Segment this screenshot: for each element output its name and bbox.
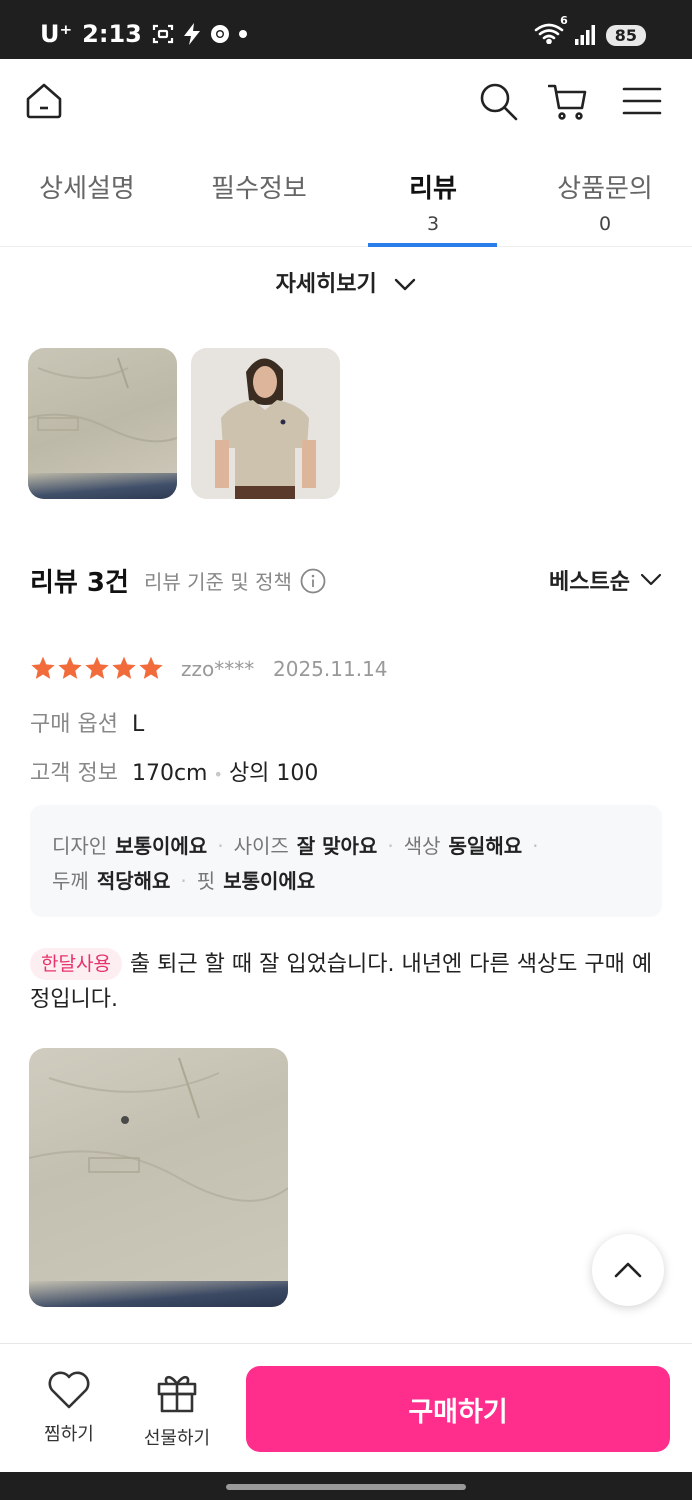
- menu-icon[interactable]: [622, 81, 662, 121]
- review-text: 출 퇴근 할 때 잘 입었습니다. 내년엔 다른 색상도 구매 예정입니다.: [30, 952, 653, 1012]
- purchase-option-value: L: [131, 712, 145, 737]
- star-rating: [30, 655, 164, 681]
- gift-icon: [157, 1375, 197, 1413]
- tab-required-info[interactable]: 필수정보: [173, 168, 345, 205]
- charging-icon: [183, 23, 200, 45]
- info-icon: [300, 568, 326, 593]
- product-tabs: 상세설명 필수정보 리뷰 3 상품문의 0: [0, 150, 692, 247]
- chevron-down-icon: [395, 278, 416, 291]
- tab-product-qna[interactable]: 상품문의 0: [519, 168, 691, 235]
- purchase-option-row: 구매 옵션 L: [30, 706, 144, 738]
- review-body: 한달사용 출 퇴근 할 때 잘 입었습니다. 내년엔 다른 색상도 구매 예정입니…: [30, 947, 670, 1017]
- tab-label: 상세설명: [39, 174, 135, 204]
- eval-value: 보통이에요: [223, 869, 316, 893]
- eval-key: 디자인: [52, 834, 108, 858]
- sort-label: 베스트순: [549, 570, 630, 595]
- network-badge: 6: [560, 14, 568, 27]
- chevron-up-icon: [614, 1262, 642, 1278]
- top-nav: [0, 59, 692, 149]
- screenshot-icon: [152, 24, 173, 44]
- customer-info-key: 고객 정보: [30, 761, 118, 786]
- detail-toggle-label: 자세히보기: [275, 272, 377, 297]
- tab-label: 필수정보: [211, 174, 307, 204]
- review-policy-label: 리뷰 기준 및 정책: [144, 570, 292, 594]
- purchase-option-key: 구매 옵션: [30, 712, 118, 737]
- scroll-to-top-button[interactable]: [592, 1234, 664, 1306]
- sort-dropdown[interactable]: 베스트순: [549, 564, 662, 596]
- eval-value: 동일해요: [448, 834, 523, 858]
- usage-period-badge: 한달사용: [30, 948, 122, 980]
- shirt-fabric-image: [29, 1057, 288, 1202]
- heart-icon: [48, 1371, 90, 1409]
- review-attached-photo[interactable]: [29, 1048, 288, 1307]
- carrier-label: U⁺: [40, 20, 73, 48]
- customer-info-row: 고객 정보 170cm • 상의 100: [30, 755, 318, 787]
- model-photo-image: [191, 348, 340, 499]
- star-icon: [112, 656, 136, 679]
- star-icon: [58, 656, 82, 679]
- review-count-title: 리뷰 3건: [30, 568, 129, 598]
- wifi-icon: 6: [534, 14, 568, 48]
- eval-key: 사이즈: [233, 834, 289, 858]
- tab-label: 상품문의: [557, 174, 653, 204]
- star-icon: [85, 656, 109, 679]
- gift-button[interactable]: 선물하기: [132, 1370, 222, 1450]
- tab-label: 리뷰: [409, 174, 457, 204]
- eval-value: 적당해요: [96, 869, 171, 893]
- wishlist-button[interactable]: 찜하기: [24, 1370, 114, 1446]
- eval-key: 두께: [52, 869, 89, 893]
- home-icon[interactable]: [24, 81, 64, 121]
- tab-detail[interactable]: 상세설명: [1, 168, 173, 205]
- star-icon: [139, 656, 163, 679]
- buy-button[interactable]: 구매하기: [246, 1366, 670, 1452]
- notification-dot-icon: [238, 30, 247, 38]
- tab-active-indicator: [368, 243, 497, 247]
- home-indicator[interactable]: [226, 1484, 466, 1490]
- evaluation-summary: 디자인 보통이에요 · 사이즈 잘 맞아요 · 색상 동일해요 · 두께 적당해요 · 핏 보통이에요: [30, 805, 662, 917]
- separator-dot: •: [213, 765, 223, 784]
- system-navigation-bar: [0, 1472, 692, 1500]
- bottom-action-bar: 찜하기 선물하기 구매하기: [0, 1343, 692, 1472]
- battery-indicator: 85: [605, 24, 646, 46]
- customer-height: 170cm: [131, 761, 208, 786]
- tab-count: 3: [426, 213, 440, 235]
- search-icon[interactable]: [478, 81, 518, 121]
- wishlist-label: 찜하기: [44, 1424, 94, 1445]
- review-policy-link[interactable]: 리뷰 기준 및 정책: [144, 566, 326, 595]
- signal-icon: [574, 25, 595, 45]
- chrome-icon: [210, 25, 229, 43]
- status-bar: U⁺ 2:13 6 85: [0, 0, 692, 59]
- tab-review[interactable]: 리뷰 3: [347, 168, 519, 235]
- review-date: 2025.11.14: [273, 657, 388, 681]
- star-icon: [31, 656, 55, 679]
- clock: 2:13: [82, 20, 142, 48]
- customer-top-size: 상의 100: [228, 761, 319, 786]
- eval-key: 핏: [196, 869, 216, 893]
- eval-value: 보통이에요: [115, 834, 208, 858]
- product-model-thumbnail[interactable]: [191, 348, 340, 499]
- chevron-down-icon: [640, 573, 662, 586]
- cart-icon[interactable]: [548, 81, 588, 121]
- reviewer-name: zzo****: [181, 657, 255, 681]
- eval-key: 색상: [403, 834, 441, 858]
- gift-label: 선물하기: [143, 1428, 211, 1449]
- review-header: 리뷰 3건 리뷰 기준 및 정책 베스트순: [30, 562, 662, 598]
- tab-count: 0: [598, 213, 612, 235]
- eval-value: 잘 맞아요: [296, 834, 378, 858]
- review-photo-thumbnail[interactable]: [28, 348, 177, 499]
- detail-toggle-button[interactable]: 자세히보기: [0, 266, 692, 298]
